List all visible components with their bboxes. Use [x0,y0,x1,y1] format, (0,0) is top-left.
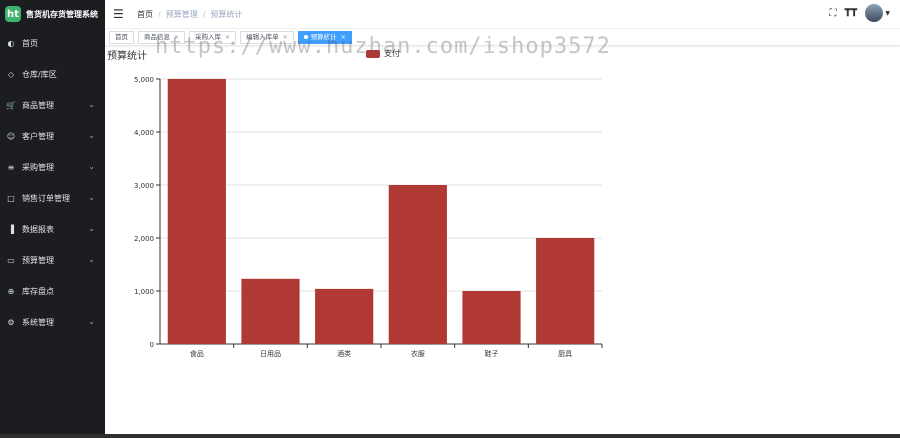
tab-label: 预算统计 [310,32,337,41]
brand: ht 售货机存货管理系统 [0,0,105,28]
bottom-bar [0,434,900,438]
breadcrumb-separator: / [158,9,161,19]
bar-4 [462,291,521,344]
y-tick-label: 3,000 [134,182,154,190]
bar-0 [167,79,226,344]
y-tick-label: 1,000 [134,288,154,296]
x-tick-label: 鞋子 [485,349,499,358]
sidebar-item-9[interactable]: ⚙ 系统管理 ⌄ [0,307,105,338]
close-icon[interactable]: × [225,32,230,43]
users-icon: ☺ [6,132,16,141]
chevron-down-icon: ⌄ [88,255,95,264]
tab-label: 商品信息 [144,32,170,41]
y-tick-label: 2,000 [134,235,154,243]
sidebar-item-label: 商品管理 [22,101,54,110]
x-tick-label: 食品 [190,349,204,358]
hamburger-menu-icon[interactable]: ☰ [113,7,129,21]
sidebar-item-label: 采购管理 [22,163,54,172]
chevron-down-icon: ⌄ [88,193,95,202]
x-tick-label: 日用品 [260,350,281,358]
breadcrumb-current: 预算统计 [210,9,243,19]
sidebar-item-label: 库存盘点 [22,287,54,296]
x-tick-label: 衣服 [411,349,425,358]
y-tick-label: 0 [150,341,154,349]
tab-4[interactable]: 预算统计 × [297,30,352,44]
tab-label: 首页 [115,32,128,41]
tab-label: 采购入库 [195,32,222,41]
sidebar-item-2[interactable]: 🛒 商品管理 ⌄ [0,90,105,121]
font-size-icon[interactable]: 𝐓𝐓 [844,8,857,19]
chevron-down-icon: ⌄ [88,162,95,171]
avatar[interactable] [865,4,884,22]
caret-down-icon[interactable]: ▼ [885,10,890,17]
breadcrumb-home[interactable]: 首页 [137,9,153,20]
tags-view: 首页 商品信息 × 采购入库 × 编辑入库单 × 预算统计 × [105,29,900,46]
app-title: 售货机存货管理系统 [26,9,98,19]
fullscreen-icon[interactable]: ⛶ [829,8,836,19]
sidebar-item-5[interactable]: □ 销售订单管理 ⌄ [0,183,105,214]
sidebar-item-1[interactable]: ◇ 仓库/库区 [0,59,105,90]
y-tick-label: 5,000 [134,76,154,84]
top-right-tools: ⛶ 𝐓𝐓 ▼ [821,4,890,22]
tab-1[interactable]: 商品信息 × [138,30,186,44]
close-icon[interactable]: × [341,32,346,43]
bar-3 [388,185,447,344]
breadcrumb-budget: 预算管理 [165,9,198,19]
stack-icon: ≡ [7,163,15,172]
breadcrumb-separator: / [202,9,206,19]
sidebar-item-label: 销售订单管理 [22,194,70,203]
tab-0[interactable]: 首页 [109,30,134,44]
sidebar-menu: ◐ 首页 ◇ 仓库/库区 🛒 商品管理 ⌄ ☺ 客户管理 ⌄ ≡ 采购管理 ⌄ □ 销售订单管理 ⌄ ▐ 数据报表… [0,28,105,338]
chevron-down-icon: ⌄ [88,131,95,140]
sidebar-item-label: 仓库/库区 [22,70,57,79]
warehouse-icon: ◇ [7,70,15,79]
tab-3[interactable]: 编辑入库单 × [240,30,294,44]
cart-icon: 🛒 [6,101,16,110]
sidebar-item-4[interactable]: ≡ 采购管理 ⌄ [0,152,105,183]
sidebar-item-7[interactable]: ▭ 预算管理 ⌄ [0,245,105,276]
active-dot-icon [303,35,308,39]
sidebar-item-6[interactable]: ▐ 数据报表 ⌄ [0,214,105,245]
x-tick-label: 酒类 [337,349,351,358]
y-tick-label: 4,000 [134,129,154,137]
bar-chart-icon: ▐ [7,225,15,234]
dashboard-icon: ◐ [7,39,15,48]
chevron-down-icon: ⌄ [88,317,95,326]
sidebar-item-label: 预算管理 [22,256,54,265]
sidebar-item-8[interactable]: ⊕ 库存盘点 [0,276,105,307]
book-icon: □ [7,194,15,203]
chevron-down-icon: ⌄ [88,224,95,233]
sidebar-item-3[interactable]: ☺ 客户管理 ⌄ [0,121,105,152]
sidebar-item-label: 系统管理 [22,318,54,327]
app-logo: ht [5,6,21,22]
bar-1 [241,278,300,344]
breadcrumb: 首页 / 预算管理 / 预算统计 [137,9,242,20]
bar-2 [315,288,374,344]
circle-plus-icon: ⊕ [7,287,15,296]
chevron-down-icon: ⌄ [88,100,95,109]
bar-chart: 0 1,000 2,000 3,000 4,000 5,000 食品 日用品 酒类 衣服 鞋子 厨具 [134,76,603,358]
sidebar-item-label: 首页 [22,39,38,48]
chart-panel: 预算统计 支付 0 1,000 2,000 3,000 4,000 5,000 食品 日用品酒… [105,45,900,438]
topbar: ☰ 首页 / 预算管理 / 预算统计 ⛶ 𝐓𝐓 ▼ [105,0,900,29]
bar-5 [536,238,595,344]
sidebar-item-label: 数据报表 [22,225,54,234]
sidebar: ht 售货机存货管理系统 ◐ 首页 ◇ 仓库/库区 🛒 商品管理 ⌄ ☺ 客户管理 ⌄ ≡ 采购管理 ⌄… [0,0,105,438]
wallet-icon: ▭ [7,256,15,265]
gear-icon: ⚙ [7,318,15,327]
tab-label: 编辑入库单 [246,32,279,41]
close-icon[interactable]: × [283,32,288,43]
tab-2[interactable]: 采购入库 × [189,30,237,44]
close-icon[interactable]: × [174,32,179,43]
x-tick-label: 厨具 [558,350,572,358]
sidebar-item-0[interactable]: ◐ 首页 [0,28,105,59]
main-area: ☰ 首页 / 预算管理 / 预算统计 ⛶ 𝐓𝐓 ▼ 首页 商品信息 × 采购入库 × 编辑… [105,0,900,438]
sidebar-item-label: 客户管理 [22,132,54,141]
